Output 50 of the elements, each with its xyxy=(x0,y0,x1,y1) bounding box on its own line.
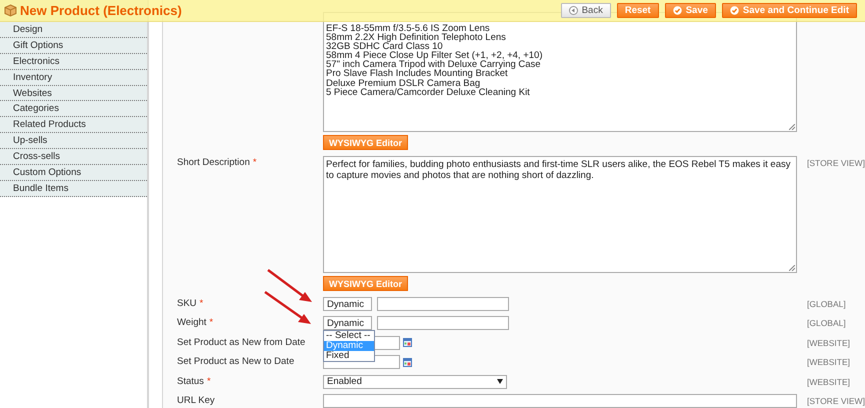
sidebar-tab[interactable]: Inventory xyxy=(0,70,147,86)
back-button[interactable]: Back xyxy=(560,3,611,18)
text-area[interactable]: Perfect for families, budding photo enthusiasts and first-time SLR users alike, the EOS Rebel T5 makes it easy to capture movies and photos that are nothing short of dazzling. xyxy=(323,156,797,273)
scope-label: [GLOBAL] xyxy=(807,317,847,330)
arrow xyxy=(267,269,312,302)
input-field[interactable] xyxy=(377,316,509,330)
sidebar-tab[interactable]: Up-sells xyxy=(0,133,147,150)
check-icon xyxy=(672,6,682,15)
dropdown-option[interactable]: Fixed xyxy=(324,351,374,362)
caret-icon xyxy=(497,379,503,384)
field-label: SKU xyxy=(177,298,197,309)
status-dropdown[interactable]: Enabled xyxy=(323,374,507,389)
sidebar-tab[interactable]: Custom Options xyxy=(0,165,147,181)
sidebar-tab[interactable]: Cross-sells xyxy=(0,149,147,166)
required-mark: * xyxy=(209,317,214,328)
calendar-icon[interactable] xyxy=(403,358,412,367)
scope-label: [GLOBAL] xyxy=(807,298,847,311)
sidebar-tab[interactable]: Design xyxy=(0,22,147,38)
box-icon xyxy=(4,4,17,17)
scope-label: [WEBSITE] xyxy=(807,376,851,389)
scope-label: [WEBSITE] xyxy=(807,336,851,350)
field-label: Set Product as New from Date xyxy=(177,336,306,348)
check-icon xyxy=(730,6,739,15)
sidebar-tab[interactable]: Categories xyxy=(0,101,147,118)
sidebar-tab[interactable]: Bundle Items xyxy=(0,180,147,197)
field-label: URL Key xyxy=(177,394,215,406)
type-dropdown[interactable]: Dynamic xyxy=(323,297,372,311)
sidebar-tab[interactable]: Gift Options xyxy=(0,38,147,54)
calendar-icon[interactable] xyxy=(403,338,412,348)
input-field[interactable] xyxy=(377,297,509,311)
field-label: Short Description xyxy=(177,157,250,168)
resize-grip-icon xyxy=(789,124,795,130)
scope-label: [STORE VIEW] xyxy=(807,157,865,170)
scope-label: [STORE VIEW] xyxy=(807,394,865,408)
required-mark: * xyxy=(200,298,204,309)
arrow xyxy=(264,290,311,324)
dropdown-option[interactable]: -- Select -- xyxy=(324,331,374,342)
field-label: Weight xyxy=(177,317,206,328)
required-mark: * xyxy=(206,376,211,387)
sidebar-tab[interactable]: Websites xyxy=(0,86,147,102)
resize-grip-icon xyxy=(789,265,795,271)
required-mark: * xyxy=(252,157,257,168)
field-label: Set Product as New to Date xyxy=(177,356,294,368)
page-title: New Product (Electronics) xyxy=(20,3,183,18)
type-dropdown[interactable]: Dynamic xyxy=(323,316,372,330)
input-field[interactable] xyxy=(323,394,797,408)
sidebar-tab[interactable]: Electronics xyxy=(0,54,147,70)
sidebar-tab[interactable]: Related Products xyxy=(0,117,147,134)
field-label: Status xyxy=(177,376,204,387)
scope-label: [WEBSITE] xyxy=(807,356,851,370)
